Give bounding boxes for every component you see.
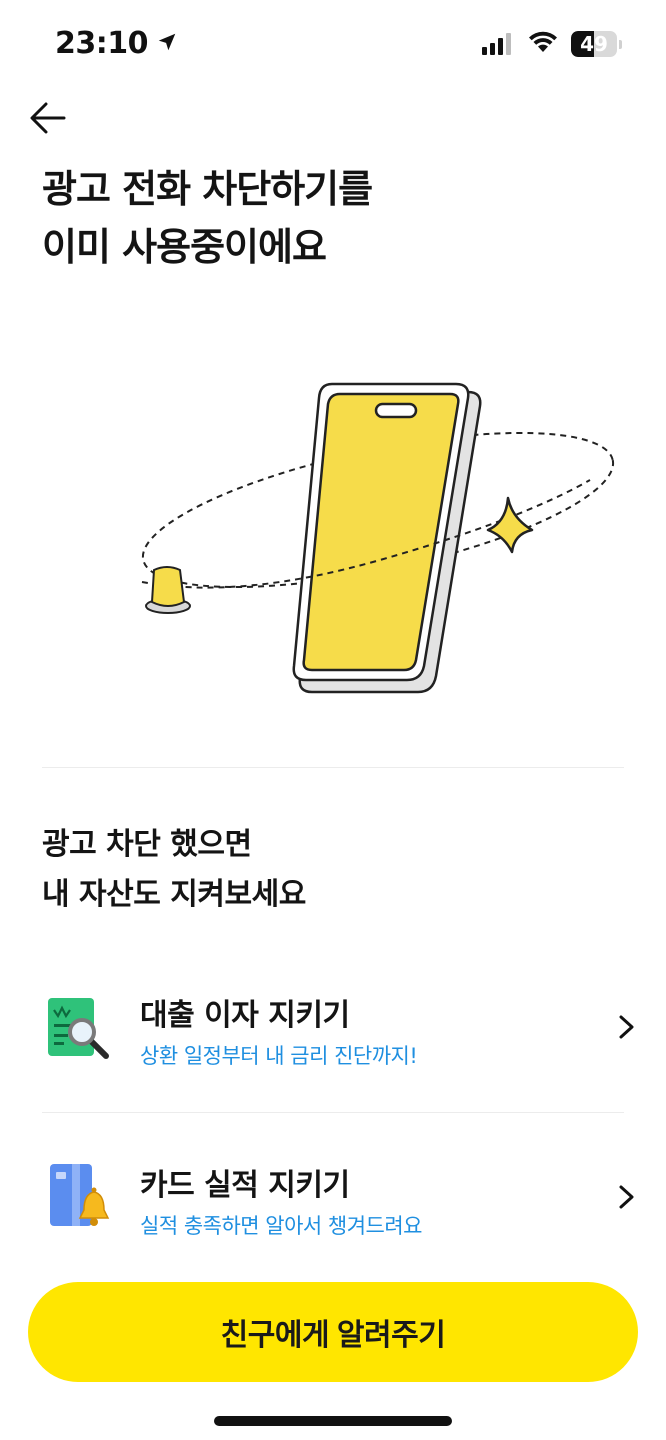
section-title: 광고 차단 했으면 내 자산도 지켜보세요 [42, 820, 306, 920]
section-divider [42, 767, 624, 768]
page-title: 광고 전화 차단하기를 이미 사용중이에요 [42, 160, 622, 276]
list-item-title: 카드 실적 지키기 [140, 1168, 350, 1203]
wifi-icon [527, 30, 559, 58]
location-arrow-icon [156, 26, 178, 61]
list-item-title: 대출 이자 지키기 [140, 998, 350, 1033]
list-divider [42, 1112, 624, 1113]
battery-cap [619, 39, 622, 49]
share-with-friend-button[interactable]: 친구에게 알려주기 [28, 1282, 638, 1382]
card-bell-icon [42, 1150, 112, 1230]
status-time: 23:10 [55, 26, 178, 61]
list-item-card-performance[interactable]: 카드 실적 지키기 실적 충족하면 알아서 챙겨드려요 [42, 1150, 638, 1260]
battery-icon: 49 [571, 31, 617, 57]
page-title-line1: 광고 전화 차단하기를 [42, 167, 373, 211]
chevron-right-icon [614, 1182, 638, 1212]
section-title-line1: 광고 차단 했으면 [42, 827, 252, 862]
list-item-loan-interest[interactable]: 대출 이자 지키기 상환 일정부터 내 금리 진단까지! [42, 980, 638, 1090]
section-title-line2: 내 자산도 지켜보세요 [42, 877, 306, 912]
page-title-line2: 이미 사용중이에요 [42, 225, 327, 269]
status-bar: 23:10 49 [0, 0, 666, 90]
loan-document-magnifier-icon [42, 980, 112, 1060]
list-item-description: 실적 충족하면 알아서 챙겨드려요 [140, 1214, 423, 1238]
arrow-left-icon [30, 102, 66, 134]
status-indicators: 49 [482, 30, 622, 58]
list-item-description: 상환 일정부터 내 금리 진단까지! [140, 1044, 418, 1068]
home-indicator[interactable] [214, 1416, 452, 1426]
chevron-right-icon [614, 1012, 638, 1042]
battery-percent: 49 [580, 32, 608, 56]
cellular-signal-icon [482, 33, 511, 55]
status-time-text: 23:10 [55, 26, 149, 61]
phone-orbit-illustration [120, 380, 640, 720]
back-button[interactable] [28, 98, 68, 138]
